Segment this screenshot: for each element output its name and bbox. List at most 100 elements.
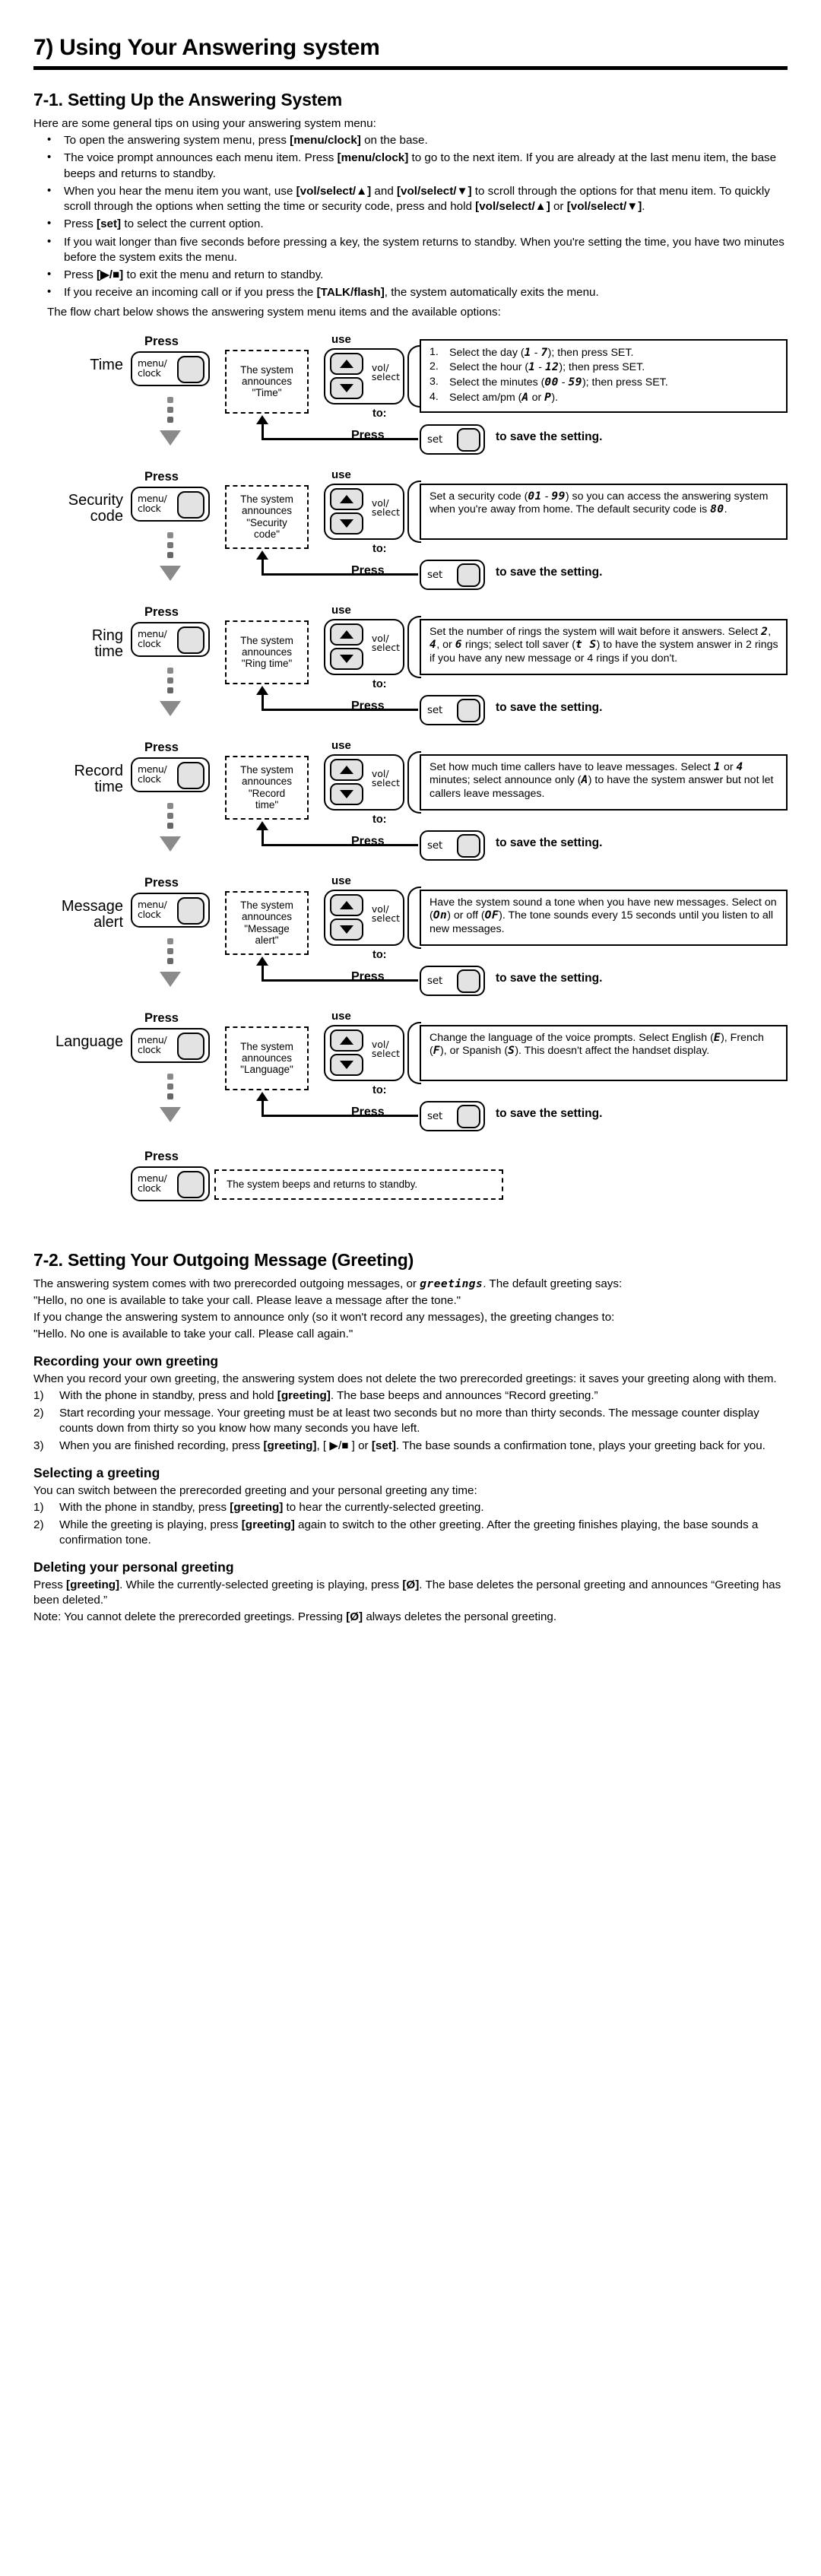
system-announce-text: The system announces "Record time": [240, 764, 293, 811]
flow-row: Message alert Press menu/clock The system ann…: [33, 873, 788, 1008]
flow-row-label: Ring time: [91, 627, 123, 660]
vol-up-button[interactable]: [330, 487, 363, 510]
set-key-knob[interactable]: [457, 698, 480, 722]
flow-arrow-up-icon: [256, 956, 268, 966]
set-key[interactable]: set: [420, 830, 485, 861]
flow-dot: [167, 416, 173, 423]
numbered-step: 1) With the phone in standby, press [gree…: [33, 1500, 788, 1515]
menu-clock-key-knob[interactable]: [177, 1032, 204, 1060]
system-announce-text: The system announces "Security code": [240, 493, 293, 540]
flow-dots: [167, 396, 173, 423]
save-setting-label: to save the setting.: [496, 1106, 603, 1120]
set-key-knob[interactable]: [457, 563, 480, 587]
to-label: to:: [372, 813, 387, 826]
vol-up-button[interactable]: [330, 1029, 363, 1052]
vol-up-button[interactable]: [330, 893, 363, 916]
use-label: use: [331, 468, 351, 481]
flow-dots: [167, 1073, 173, 1099]
vol-down-button[interactable]: [330, 376, 363, 399]
final-announce-text: The system beeps and returns to standby.: [227, 1179, 418, 1190]
menu-clock-key[interactable]: menu/clock: [131, 621, 210, 657]
system-announce-box: The system announces "Message alert": [225, 890, 309, 955]
menu-clock-key-knob[interactable]: [177, 761, 204, 789]
flow-detail-box: Have the system sound a tone when you ha…: [420, 889, 788, 946]
vol-select-key[interactable]: vol/select: [324, 753, 404, 811]
tip-item: When you hear the menu item you want, us…: [33, 183, 788, 214]
step-number: 1): [33, 1500, 44, 1514]
menu-clock-key-label: menu/clock: [138, 1172, 167, 1194]
to-label: to:: [372, 1083, 387, 1096]
set-key-knob[interactable]: [457, 833, 480, 858]
flow-row: Ring time Press menu/clock The system announc…: [33, 602, 788, 738]
menu-clock-key[interactable]: menu/clock: [131, 757, 210, 792]
vol-down-button[interactable]: [330, 647, 363, 670]
menu-clock-key-knob[interactable]: [177, 626, 204, 654]
menu-clock-key-knob[interactable]: [177, 490, 204, 519]
vol-down-button[interactable]: [330, 512, 363, 535]
flow-dot: [167, 406, 173, 413]
set-key-knob[interactable]: [457, 969, 480, 993]
vol-up-button[interactable]: [330, 758, 363, 781]
tip-item: Press [set] to select the current option…: [33, 216, 788, 232]
numbered-step: 2) While the greeting is playing, press […: [33, 1518, 759, 1547]
system-announce-box: The system announces "Time": [225, 349, 309, 414]
set-key[interactable]: set: [420, 1100, 485, 1131]
menu-clock-key-knob[interactable]: [177, 355, 204, 383]
set-key-knob[interactable]: [457, 1104, 480, 1128]
detail-list: 1. Select the day (1 - 7); then press SET…: [430, 346, 779, 405]
flow-row: Security code Press menu/clock The system ann…: [33, 467, 788, 602]
menu-clock-key[interactable]: menu/clock: [131, 892, 210, 928]
recording-greeting-title: Recording your own greeting: [33, 1353, 219, 1369]
menu-clock-key-knob[interactable]: [177, 1170, 204, 1198]
flow-connector-horizontal: [262, 843, 418, 846]
press-label: Press: [144, 604, 179, 619]
menu-clock-key[interactable]: menu/clock: [131, 1166, 210, 1201]
set-key[interactable]: set: [420, 965, 485, 996]
to-label: to:: [372, 677, 387, 690]
flow-dot: [167, 957, 173, 964]
flow-detail-box: Change the language of the voice prompts…: [420, 1024, 788, 1081]
flow-dot: [167, 667, 173, 674]
vol-select-key[interactable]: vol/select: [324, 1024, 404, 1081]
deleting-greeting-p1: Press [greeting]. While the currently-se…: [33, 1578, 781, 1607]
menu-clock-key-knob[interactable]: [177, 896, 204, 925]
vol-down-button[interactable]: [330, 782, 363, 805]
vol-select-key[interactable]: vol/select: [324, 483, 404, 540]
tip-item: The voice prompt announces each menu ite…: [33, 150, 788, 181]
flow-arrow-down-icon: [160, 971, 181, 987]
tip-item: If you wait longer than five seconds bef…: [33, 234, 788, 265]
vol-select-key[interactable]: vol/select: [324, 618, 404, 675]
vol-down-button[interactable]: [330, 918, 363, 941]
numbered-step: 2) Start recording your message. Your gre…: [33, 1407, 759, 1436]
menu-clock-key[interactable]: menu/clock: [131, 1027, 210, 1063]
set-key[interactable]: set: [420, 559, 485, 590]
recording-greeting-text: When you record your own greeting, the a…: [33, 1372, 777, 1385]
set-key-label: set: [427, 703, 443, 716]
vol-select-key[interactable]: vol/select: [324, 889, 404, 946]
menu-clock-key[interactable]: menu/clock: [131, 486, 210, 522]
step-number: 1): [33, 1388, 44, 1402]
vol-up-button[interactable]: [330, 623, 363, 646]
flow-dot: [167, 1093, 173, 1099]
detail-text: Set the number of rings the system will …: [430, 625, 778, 665]
to-label: to:: [372, 407, 387, 420]
vol-up-button[interactable]: [330, 352, 363, 375]
flow-dots: [167, 802, 173, 829]
system-announce-text: The system announces "Time": [240, 363, 293, 399]
subsection-7-1-title: 7-1. Setting Up the Answering System: [33, 90, 343, 109]
vol-select-key[interactable]: vol/select: [324, 347, 404, 404]
set-key[interactable]: set: [420, 424, 485, 455]
set-key[interactable]: set: [420, 694, 485, 725]
system-announce-box: The system announces "Record time": [225, 755, 309, 820]
vol-down-button[interactable]: [330, 1053, 363, 1076]
press-label-set: Press: [351, 1105, 385, 1118]
step-number: 2): [33, 1518, 44, 1532]
system-announce-text: The system announces "Message alert": [240, 899, 293, 946]
flow-row: Language Press menu/clock The system announc…: [33, 1008, 788, 1144]
triangle-down-icon: [340, 383, 353, 392]
system-announce-text: The system announces "Language": [240, 1040, 293, 1076]
set-key-knob[interactable]: [457, 427, 480, 452]
menu-clock-key[interactable]: menu/clock: [131, 351, 210, 386]
vol-select-arrows: [330, 352, 363, 399]
vol-select-label: vol/select: [371, 496, 400, 519]
